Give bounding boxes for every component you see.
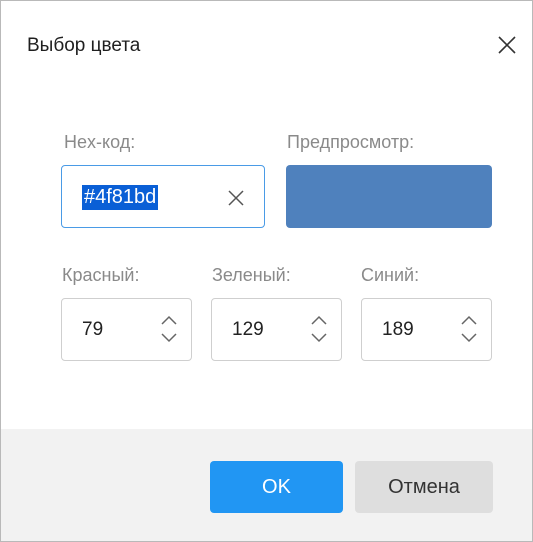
blue-label: Синий: xyxy=(361,265,420,285)
chevron-up-icon[interactable] xyxy=(308,312,330,329)
red-label: Красный: xyxy=(62,265,140,285)
red-spinbox[interactable]: 79 xyxy=(61,298,192,361)
blue-spinbox[interactable]: 189 xyxy=(361,298,492,361)
title-bar: Выбор цвета xyxy=(1,1,532,91)
ok-button[interactable]: OK xyxy=(210,461,343,513)
color-preview-swatch xyxy=(286,165,492,228)
green-value: 129 xyxy=(232,319,264,340)
hex-input[interactable]: #4f81bd xyxy=(61,165,265,228)
dialog-footer: OK Отмена xyxy=(1,429,532,541)
red-value: 79 xyxy=(82,319,104,340)
clear-icon xyxy=(228,190,244,206)
chevron-up-icon[interactable] xyxy=(158,312,180,329)
close-button[interactable] xyxy=(492,30,522,60)
chevron-down-icon[interactable] xyxy=(458,329,480,346)
chevron-up-icon[interactable] xyxy=(458,312,480,329)
green-spinbox[interactable]: 129 xyxy=(211,298,342,361)
blue-value: 189 xyxy=(382,319,414,340)
chevron-down-icon[interactable] xyxy=(158,329,180,346)
clear-hex-button[interactable] xyxy=(224,186,248,210)
preview-label: Предпросмотр: xyxy=(287,132,415,152)
green-label: Зеленый: xyxy=(212,265,291,285)
cancel-button[interactable]: Отмена xyxy=(355,461,493,513)
hex-value: #4f81bd xyxy=(82,185,159,210)
hex-label: Hex-код: xyxy=(64,132,136,152)
color-picker-dialog: Выбор цвета Hex-код: Предпросмотр: #4f81… xyxy=(0,0,533,542)
dialog-title: Выбор цвета xyxy=(27,35,141,56)
close-icon xyxy=(498,36,516,54)
chevron-down-icon[interactable] xyxy=(308,329,330,346)
